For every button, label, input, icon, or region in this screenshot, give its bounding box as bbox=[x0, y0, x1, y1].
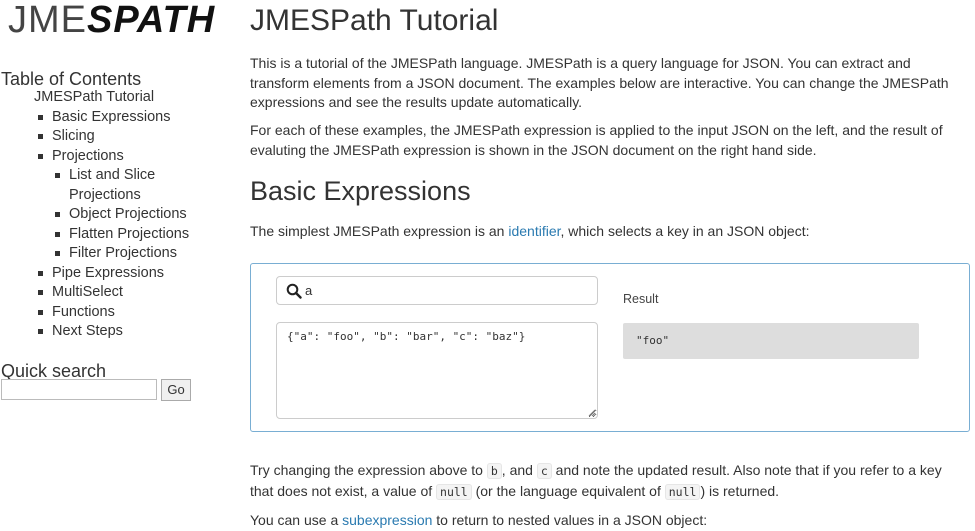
subexpression-link[interactable]: subexpression bbox=[342, 512, 432, 528]
subexpression-paragraph: You can use a subexpression to return to… bbox=[250, 512, 708, 528]
expression-field[interactable] bbox=[276, 276, 598, 305]
toc-item-basic-expressions[interactable]: Basic Expressions bbox=[0, 108, 240, 128]
toc-item-flatten-projections[interactable]: Flatten Projections bbox=[0, 225, 240, 245]
toc-item-slicing[interactable]: Slicing bbox=[0, 127, 240, 147]
toc-item-functions[interactable]: Functions bbox=[0, 303, 240, 323]
toc-item-object-projections[interactable]: Object Projections bbox=[0, 205, 240, 225]
toc-item-list-and-slice-projections[interactable]: List and Slice Projections bbox=[0, 166, 240, 205]
intro-paragraph-1: This is a tutorial of the JMESPath langu… bbox=[250, 55, 949, 110]
toc-item-label-line1: List and Slice bbox=[69, 167, 156, 183]
inline-code-null-2: null bbox=[664, 483, 701, 500]
inline-code-b: b bbox=[486, 463, 502, 479]
quick-search-input[interactable] bbox=[1, 379, 157, 400]
identifier-link[interactable]: identifier bbox=[508, 223, 560, 239]
toc-item-jmespath-tutorial[interactable]: JMESPath Tutorial bbox=[0, 88, 240, 108]
toc-heading: Table of Contents bbox=[1, 69, 142, 89]
toc-item-next-steps[interactable]: Next Steps bbox=[0, 322, 240, 342]
result-label: Result bbox=[623, 292, 659, 306]
expression-input[interactable] bbox=[305, 280, 590, 301]
jmespath-logo[interactable]: JMESPATH bbox=[8, 0, 215, 40]
interactive-example: {"a": "foo", "b": "bar", "c": "baz"} Res… bbox=[250, 263, 970, 432]
toc-item-filter-projections[interactable]: Filter Projections bbox=[0, 244, 240, 264]
json-input-textarea[interactable]: {"a": "foo", "b": "bar", "c": "baz"} bbox=[276, 322, 598, 419]
quick-search-go-button[interactable]: Go bbox=[161, 379, 191, 401]
section-heading-basic-expressions: Basic Expressions bbox=[250, 176, 471, 206]
table-of-contents: JMESPath Tutorial Basic Expressions Slic… bbox=[0, 88, 240, 342]
try-changing-paragraph: Try changing the expression above to b, … bbox=[250, 462, 942, 500]
toc-item-pipe-expressions[interactable]: Pipe Expressions bbox=[0, 264, 240, 284]
sidebar: JMESPATH Table of Contents JMESPath Tuto… bbox=[0, 0, 240, 531]
toc-item-multiselect[interactable]: MultiSelect bbox=[0, 283, 240, 303]
inline-code-c: c bbox=[536, 463, 552, 479]
toc-item-label-line2: Projections bbox=[69, 186, 141, 203]
intro-paragraph-2: For each of these examples, the JMESPath… bbox=[250, 122, 943, 158]
toc-item-projections[interactable]: Projections bbox=[0, 147, 240, 167]
result-output: "foo" bbox=[623, 323, 919, 359]
basic-expressions-paragraph: The simplest JMESPath expression is an i… bbox=[250, 223, 810, 239]
page-title: JMESPath Tutorial bbox=[250, 4, 499, 37]
inline-code-null: null bbox=[436, 483, 472, 500]
search-icon bbox=[286, 283, 302, 299]
